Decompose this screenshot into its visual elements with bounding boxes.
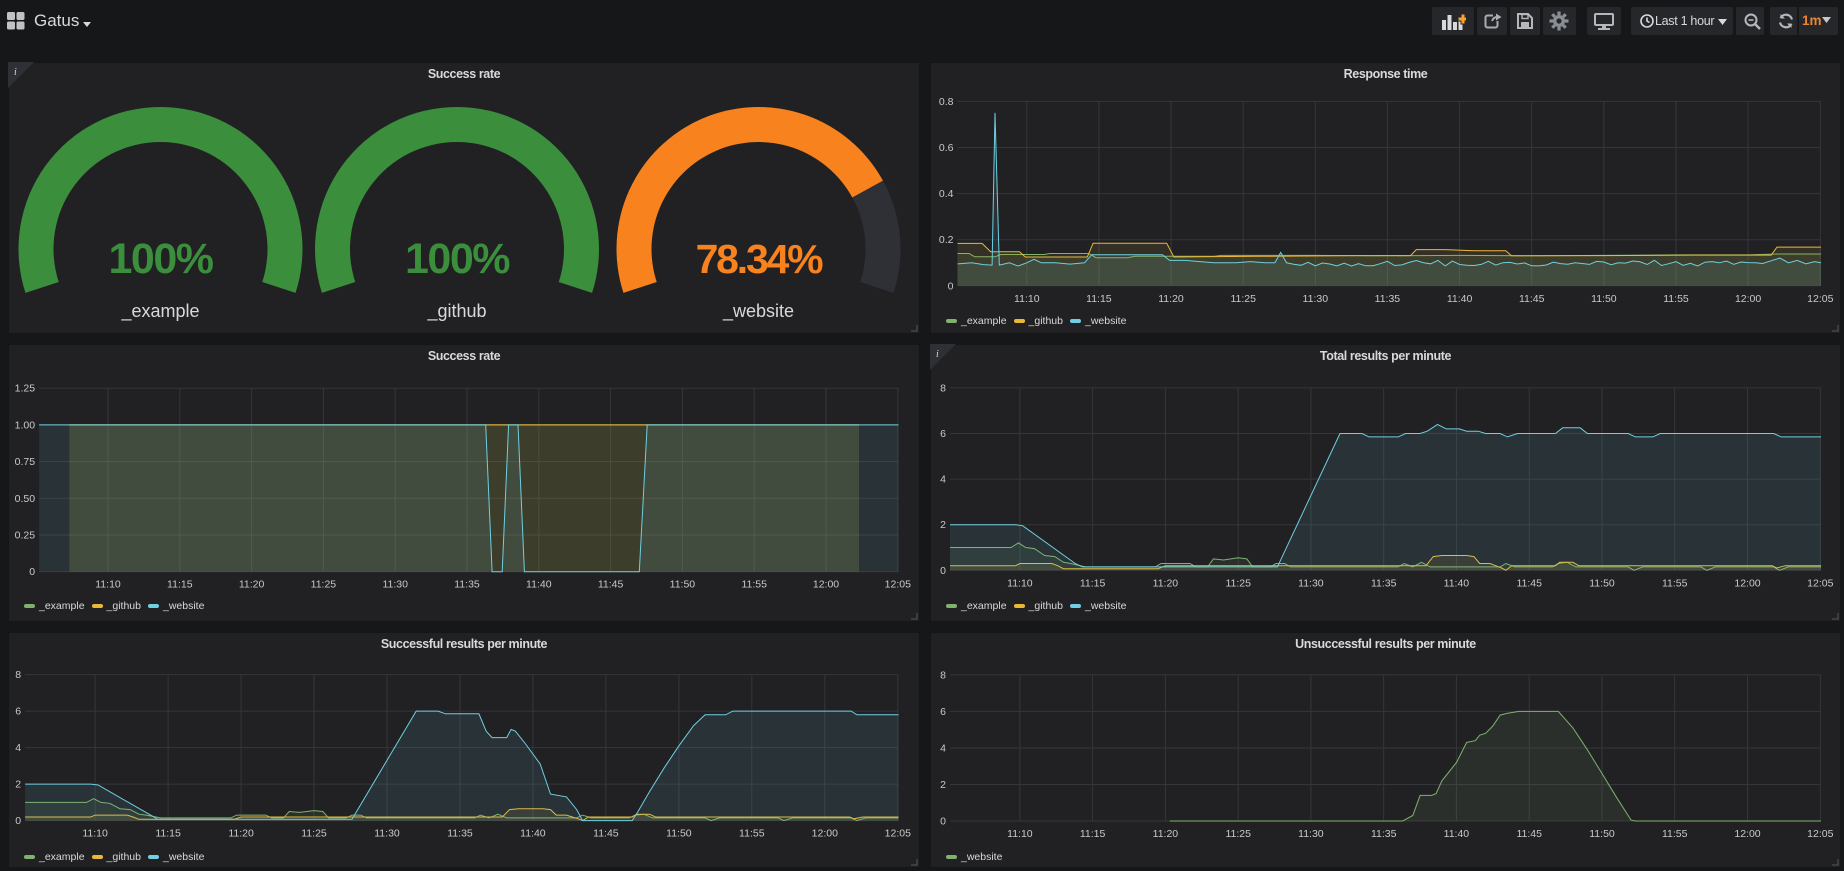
svg-text:11:10: 11:10 [1007, 828, 1033, 840]
svg-text:12:00: 12:00 [1734, 828, 1760, 840]
svg-text:12:05: 12:05 [1807, 828, 1833, 840]
svg-text:11:40: 11:40 [1444, 828, 1470, 840]
svg-text:11:45: 11:45 [1516, 828, 1542, 840]
svg-text:11:30: 11:30 [1298, 828, 1324, 840]
svg-text:8: 8 [940, 669, 946, 681]
svg-text:2: 2 [940, 779, 946, 791]
svg-text:11:25: 11:25 [1225, 828, 1251, 840]
svg-text:11:35: 11:35 [1371, 828, 1397, 840]
svg-text:6: 6 [940, 706, 946, 718]
svg-text:0: 0 [940, 816, 946, 828]
svg-text:11:50: 11:50 [1589, 828, 1615, 840]
svg-text:11:55: 11:55 [1662, 828, 1688, 840]
svg-text:4: 4 [940, 743, 946, 755]
svg-text:11:20: 11:20 [1153, 828, 1179, 840]
svg-text:11:15: 11:15 [1080, 828, 1106, 840]
